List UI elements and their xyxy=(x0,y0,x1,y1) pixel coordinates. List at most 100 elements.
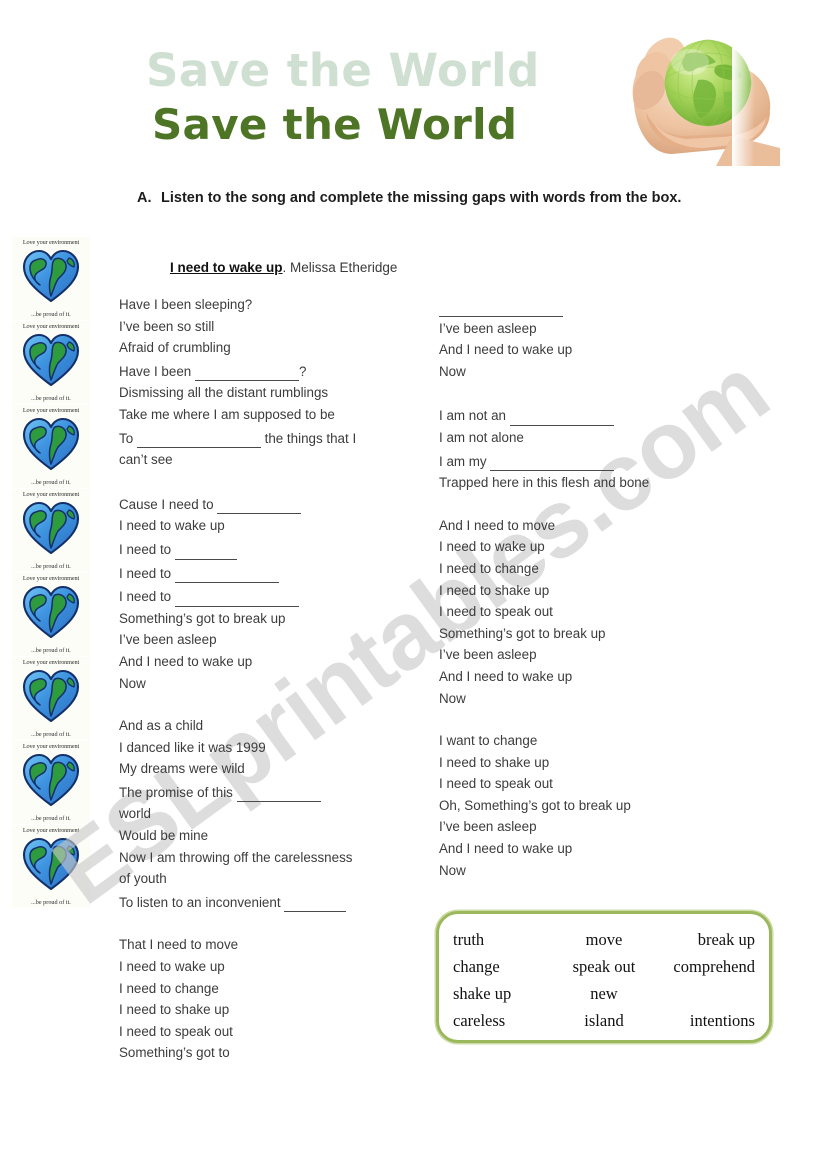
lyric-text: Have I been xyxy=(119,363,195,379)
lyric-text: And as a child xyxy=(119,718,204,734)
word-bank-word[interactable]: shake up xyxy=(453,984,553,1004)
song-credit: I need to wake up. Melissa Etheridge xyxy=(170,260,397,275)
word-bank-word[interactable]: break up xyxy=(655,930,755,950)
fill-in-blank[interactable] xyxy=(136,426,261,449)
fill-in-blank[interactable] xyxy=(490,449,615,472)
lyric-line: Dismissing all the distant rumblings xyxy=(119,382,419,404)
lyric-text: I am not alone xyxy=(439,429,524,445)
lyric-line: I need to wake up xyxy=(119,956,419,978)
sticker-caption-top: Love your environment xyxy=(22,491,80,498)
lyric-text: The promise of this xyxy=(119,784,237,800)
lyric-text: I need to shake up xyxy=(119,1002,230,1018)
lyric-stanza: And I need to move I need to wake up I nee… xyxy=(439,515,749,709)
lyric-text: I danced like it was 1999 xyxy=(119,739,266,755)
heart-earth-icon xyxy=(22,416,80,477)
worksheet-page: ESLprintables.com Save the World Save th… xyxy=(0,0,821,1169)
word-bank-word[interactable]: truth xyxy=(453,930,553,950)
word-bank-row: careless island intentions xyxy=(453,1007,755,1034)
lyric-text: I need to wake up xyxy=(119,959,225,975)
lyric-text: And I need to wake up xyxy=(439,342,573,358)
lyric-line: To the things that I xyxy=(119,426,419,450)
lyric-line: I need to speak out xyxy=(439,773,749,795)
fill-in-blank[interactable] xyxy=(509,403,614,426)
fill-in-blank[interactable] xyxy=(284,890,347,913)
lyric-line: The promise of this xyxy=(119,780,419,804)
song-title: I need to wake up xyxy=(170,260,283,275)
lyric-stanza: Have I been sleeping? I’ve been so still A… xyxy=(119,294,419,471)
lyric-text: And I need to wake up xyxy=(439,841,573,857)
word-bank-box: truth move break up change speak out comprehe… xyxy=(436,911,772,1043)
lyric-text: Have I been sleeping? xyxy=(119,297,253,312)
lyric-text: To listen to an inconvenient xyxy=(119,894,285,910)
lyric-text: I need to wake up xyxy=(119,518,225,534)
lyric-text: I am my xyxy=(439,453,491,469)
lyric-text: Now xyxy=(439,690,466,706)
lyric-stanza: I’ve been asleep And I need to wake up Now xyxy=(439,294,749,382)
sticker-caption-bottom: ...be proud of it. xyxy=(31,479,71,486)
page-title: Save the World xyxy=(152,100,518,149)
environment-sticker: Love your environment ...be proud of it. xyxy=(12,321,90,404)
lyric-text: Now xyxy=(439,862,466,878)
lyric-line: I need to wake up xyxy=(119,515,419,537)
lyrics-column-left: Have I been sleeping? I’ve been so still A… xyxy=(119,294,419,1085)
sticker-caption-top: Love your environment xyxy=(22,575,80,582)
heart-earth-icon xyxy=(22,752,80,813)
lyric-text: I need to change xyxy=(119,980,219,996)
lyric-line: That I need to move xyxy=(119,934,419,956)
lyric-line: And I need to wake up xyxy=(439,666,749,688)
word-bank-word[interactable]: intentions xyxy=(655,1011,755,1031)
sticker-caption-bottom: ...be proud of it. xyxy=(31,395,71,402)
word-bank-word[interactable]: island xyxy=(553,1011,656,1031)
sticker-caption-top: Love your environment xyxy=(22,659,80,666)
lyric-line: And I need to wake up xyxy=(119,651,419,673)
fill-in-blank[interactable] xyxy=(174,584,299,607)
heart-earth-icon xyxy=(22,668,80,729)
lyric-line: I need to speak out xyxy=(119,1021,419,1043)
lyric-text: Oh, Something’s got to break up xyxy=(439,797,631,813)
lyric-line: I am not an xyxy=(439,403,749,427)
lyric-text: world xyxy=(119,806,151,822)
word-bank-row: truth move break up xyxy=(453,926,755,953)
lyric-line: Now I am throwing off the carelessness xyxy=(119,847,419,869)
fill-in-blank[interactable] xyxy=(174,561,279,584)
sticker-caption-bottom: ...be proud of it. xyxy=(31,731,71,738)
lyric-line: I am not alone xyxy=(439,427,749,449)
lyric-line: Have I been sleeping? xyxy=(119,294,419,316)
lyric-line: I need to change xyxy=(439,558,749,580)
lyric-line: Cause I need to xyxy=(119,492,419,516)
lyric-text: I need to shake up xyxy=(439,582,550,598)
lyric-text: I need to xyxy=(119,565,175,581)
fill-in-blank[interactable] xyxy=(174,537,237,560)
lyric-text: To xyxy=(119,430,137,446)
lyric-line: Would be mine xyxy=(119,825,419,847)
heart-earth-icon xyxy=(22,332,80,393)
lyric-line: can’t see xyxy=(119,449,419,471)
lyric-line: Have I been ? xyxy=(119,359,419,383)
instruction-block: A. Listen to the song and complete the m… xyxy=(137,188,717,209)
fill-in-blank[interactable] xyxy=(236,780,321,803)
instruction-text: Listen to the song and complete the miss… xyxy=(161,190,682,206)
lyric-text: can’t see xyxy=(119,452,173,468)
word-bank-word[interactable]: speak out xyxy=(553,957,656,977)
word-bank-word[interactable]: careless xyxy=(453,1011,553,1031)
lyric-line: I need to wake up xyxy=(439,536,749,558)
fill-in-blank[interactable] xyxy=(217,492,302,515)
lyric-text: I need to change xyxy=(439,560,539,576)
fill-in-blank[interactable] xyxy=(194,359,299,382)
lyric-text: Dismissing all the distant rumblings xyxy=(119,385,329,401)
word-bank-word[interactable]: new xyxy=(553,984,656,1004)
lyric-text: I need to xyxy=(119,541,175,557)
environment-sticker: Love your environment ...be proud of it. xyxy=(12,573,90,656)
heart-earth-icon xyxy=(22,500,80,561)
word-bank-word[interactable]: comprehend xyxy=(655,957,755,977)
lyric-line xyxy=(439,294,749,318)
word-bank-word[interactable]: change xyxy=(453,957,553,977)
lyric-line: Now xyxy=(439,688,749,710)
lyric-line: I’ve been asleep xyxy=(439,644,749,666)
lyric-stanza: I am not an I am not alone I am my Trappe… xyxy=(439,403,749,493)
word-bank-word[interactable]: move xyxy=(553,930,656,950)
fill-in-blank[interactable] xyxy=(439,294,563,317)
lyrics-column-right: I’ve been asleep And I need to wake up Now… xyxy=(439,294,749,902)
lyric-text: I’ve been asleep xyxy=(439,819,537,835)
lyric-line: And I need to move xyxy=(439,515,749,537)
